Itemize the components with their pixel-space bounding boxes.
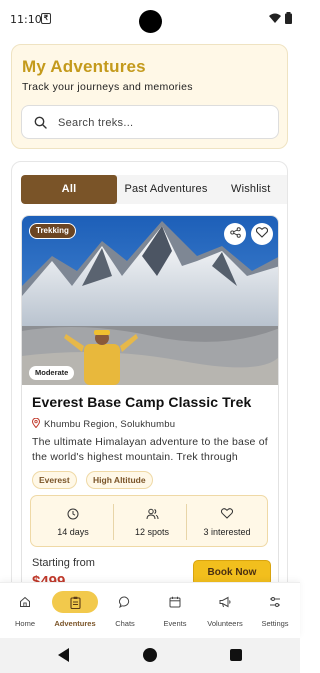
wifi-icon: [269, 13, 281, 23]
nav-volunteers-label: Volunteers: [207, 619, 243, 628]
difficulty-badge: Moderate: [29, 366, 75, 380]
duration-label: 14 days: [57, 527, 89, 537]
category-badge: Trekking: [29, 223, 76, 239]
trek-description: The ultimate Himalayan adventure to the …: [32, 436, 268, 463]
nav-settings[interactable]: Settings: [250, 583, 300, 639]
tab-bar: All Past Adventures Wishlist: [21, 175, 287, 204]
clock-icon: [35, 508, 111, 520]
location-pin-icon: [31, 415, 41, 433]
location-text: Khumbu Region, Solukhumbu: [44, 418, 176, 430]
heart-icon: [255, 225, 269, 243]
nav-settings-label: Settings: [261, 619, 289, 628]
content-card: All Past Adventures Wishlist Trekking Mo…: [11, 161, 288, 601]
location-row: Khumbu Region, Solukhumbu: [31, 415, 176, 433]
tag-high-altitude: High Altitude: [86, 471, 153, 489]
stats-box: 14 days 12 spots 3 interested: [30, 495, 268, 547]
home-icon: [0, 591, 50, 613]
stat-divider: [186, 504, 187, 540]
spots-label: 12 spots: [134, 527, 170, 537]
page-title: My Adventures: [22, 57, 146, 76]
status-time: 11:10: [10, 13, 42, 26]
recents-icon[interactable]: [230, 649, 242, 661]
search-input[interactable]: [58, 114, 268, 132]
megaphone-icon: [200, 591, 250, 613]
nav-volunteers[interactable]: Volunteers: [200, 583, 250, 639]
nav-adventures[interactable]: Adventures: [50, 583, 100, 639]
nav-events-label: Events: [163, 619, 187, 628]
camera-cutout: [139, 10, 162, 33]
home-circle-icon[interactable]: [143, 648, 157, 662]
trek-title[interactable]: Everest Base Camp Classic Trek: [32, 394, 251, 410]
nav-chats[interactable]: Chats: [100, 583, 150, 639]
tab-past-adventures[interactable]: Past Adventures: [121, 175, 211, 204]
chat-icon: [100, 591, 150, 613]
rupee-app-icon: ₹: [41, 13, 51, 24]
nav-events[interactable]: Events: [150, 583, 200, 639]
nav-adventures-label: Adventures: [54, 619, 96, 628]
nav-chats-label: Chats: [115, 619, 135, 628]
sliders-icon: [250, 591, 300, 613]
share-button[interactable]: [224, 223, 246, 245]
nav-home[interactable]: Home: [0, 583, 50, 639]
tag-everest: Everest: [32, 471, 77, 489]
starting-from-label: Starting from: [32, 557, 95, 569]
share-icon: [229, 225, 241, 243]
tab-wishlist[interactable]: Wishlist: [231, 175, 287, 204]
nav-home-label: Home: [14, 619, 35, 628]
page-subtitle: Track your journeys and memories: [22, 81, 193, 93]
heart-outline-icon: [189, 508, 265, 519]
interested-label: 3 interested: [203, 527, 251, 537]
search-icon: [34, 116, 47, 134]
favorite-button[interactable]: [251, 223, 273, 245]
bottom-nav: Home Adventures Chats Events Volunteers …: [0, 582, 300, 638]
people-icon: [114, 508, 190, 520]
clipboard-icon: [52, 591, 98, 613]
trek-card[interactable]: Trekking Moderate Everest Base Camp Clas…: [21, 215, 279, 600]
calendar-icon: [150, 591, 200, 613]
stat-spots: 12 spots: [114, 496, 190, 548]
search-box[interactable]: [21, 105, 279, 139]
system-nav-bar: [0, 638, 300, 673]
tab-all[interactable]: All: [21, 175, 117, 204]
stat-duration: 14 days: [35, 496, 111, 548]
header-card: My Adventures Track your journeys and me…: [11, 44, 288, 149]
battery-icon: [285, 12, 292, 24]
stat-interested: 3 interested: [189, 496, 265, 548]
status-bar: 11:10 ₹: [0, 0, 300, 38]
back-icon[interactable]: [58, 648, 70, 667]
